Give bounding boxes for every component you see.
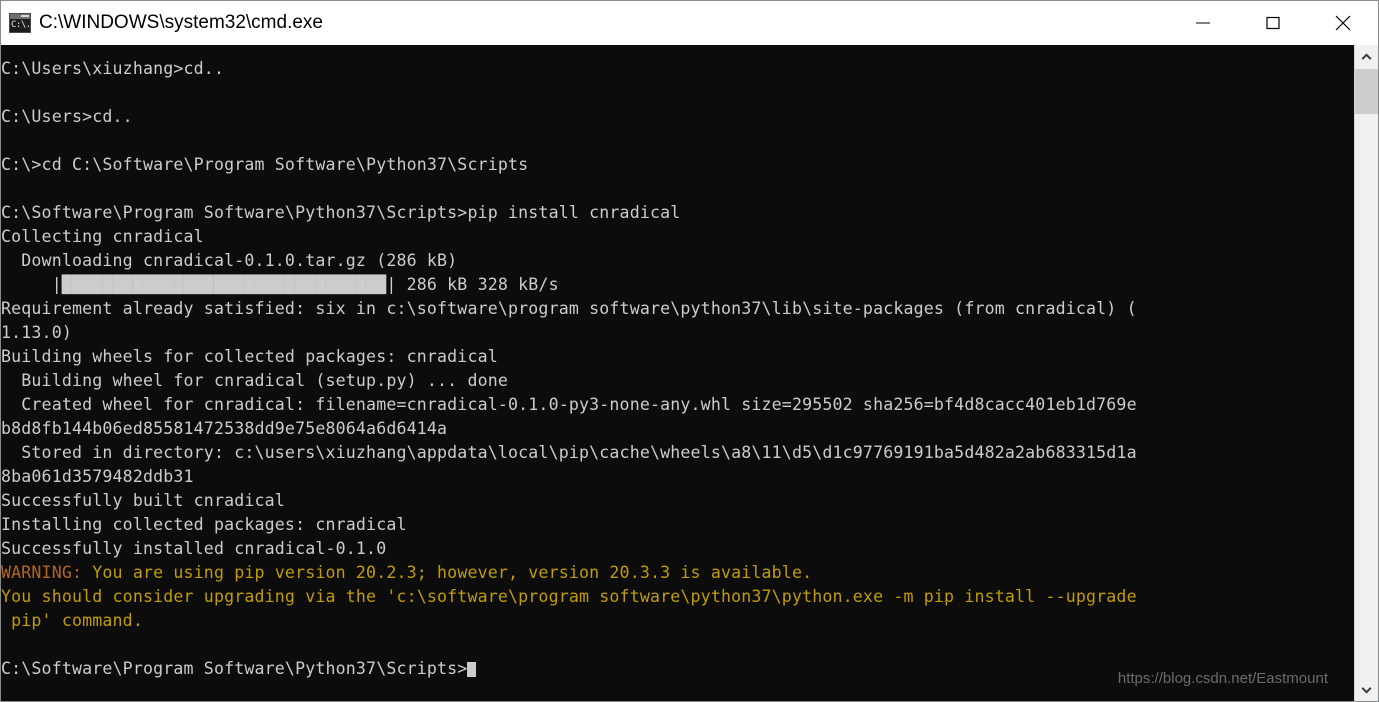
terminal-line: C:\>cd C:\Software\Program Software\Pyth… <box>1 155 529 174</box>
terminal-line: C:\Users>cd.. <box>1 107 133 126</box>
scrollbar-thumb[interactable] <box>1355 69 1378 114</box>
chevron-down-icon <box>1361 686 1372 694</box>
icon-prompt-glyph: C:\. <box>10 19 30 32</box>
title-bar[interactable]: C:\. C:\WINDOWS\system32\cmd.exe <box>1 1 1378 45</box>
close-button[interactable] <box>1308 1 1378 45</box>
terminal-line: Created wheel for cnradical: filename=cn… <box>1 395 1137 414</box>
minimize-icon <box>1196 22 1210 24</box>
terminal-line: Successfully built cnradical <box>1 491 285 510</box>
terminal-line: pip' command. <box>1 611 143 630</box>
console-area: C:\Users\xiuzhang>cd.. C:\Users>cd.. C:\… <box>1 45 1378 701</box>
minimize-button[interactable] <box>1168 1 1238 45</box>
download-progress-bar: |████████████████████████████████| 286 k… <box>1 275 559 294</box>
terminal-line: Requirement already satisfied: six in c:… <box>1 299 1137 318</box>
terminal-line: Building wheels for collected packages: … <box>1 347 498 366</box>
terminal-line: Successfully installed cnradical-0.1.0 <box>1 539 387 558</box>
maximize-button[interactable] <box>1238 1 1308 45</box>
warning-text: You are using pip version 20.2.3; howeve… <box>82 563 813 582</box>
terminal-line: C:\Users\xiuzhang>cd.. <box>1 59 225 78</box>
warning-keyword: WARNING: <box>1 563 83 582</box>
chevron-up-icon <box>1361 52 1372 60</box>
console-output[interactable]: C:\Users\xiuzhang>cd.. C:\Users>cd.. C:\… <box>1 45 1354 701</box>
shell-prompt: C:\Software\Program Software\Python37\Sc… <box>1 659 468 678</box>
window-title: C:\WINDOWS\system32\cmd.exe <box>39 12 323 33</box>
terminal-line: WARNING: You are using pip version 20.2.… <box>1 563 812 582</box>
cmd-console-icon: C:\. <box>9 13 31 33</box>
close-icon <box>1335 15 1351 31</box>
console-scrollbar[interactable] <box>1354 45 1378 701</box>
terminal-line: Collecting cnradical <box>1 227 204 246</box>
terminal-text: C:\Users\xiuzhang>cd.. C:\Users>cd.. C:\… <box>1 57 1354 681</box>
maximize-icon <box>1266 16 1280 30</box>
window-controls <box>1168 1 1378 45</box>
terminal-line: b8d8fb144b06ed85581472538dd9e75e8064a6d6… <box>1 419 448 438</box>
terminal-line: C:\Software\Program Software\Python37\Sc… <box>1 659 477 678</box>
terminal-line: 8ba061d3579482ddb31 <box>1 467 194 486</box>
scrollbar-down-button[interactable] <box>1355 678 1378 701</box>
terminal-line: |████████████████████████████████| 286 k… <box>1 275 559 294</box>
terminal-line: Building wheel for cnradical (setup.py) … <box>1 371 509 390</box>
terminal-line: Downloading cnradical-0.1.0.tar.gz (286 … <box>1 251 458 270</box>
warning-text: pip' command. <box>1 611 143 630</box>
cmd-window: C:\. C:\WINDOWS\system32\cmd.exe C:\User… <box>0 0 1379 702</box>
scrollbar-track[interactable] <box>1355 68 1378 678</box>
warning-text: You should consider upgrading via the 'c… <box>1 587 1137 606</box>
terminal-line: C:\Software\Program Software\Python37\Sc… <box>1 203 681 222</box>
scrollbar-up-button[interactable] <box>1355 45 1378 68</box>
text-cursor <box>467 662 477 677</box>
terminal-line: Installing collected packages: cnradical <box>1 515 407 534</box>
terminal-line: Stored in directory: c:\users\xiuzhang\a… <box>1 443 1137 462</box>
terminal-line: 1.13.0) <box>1 323 72 342</box>
terminal-line: You should consider upgrading via the 'c… <box>1 587 1137 606</box>
